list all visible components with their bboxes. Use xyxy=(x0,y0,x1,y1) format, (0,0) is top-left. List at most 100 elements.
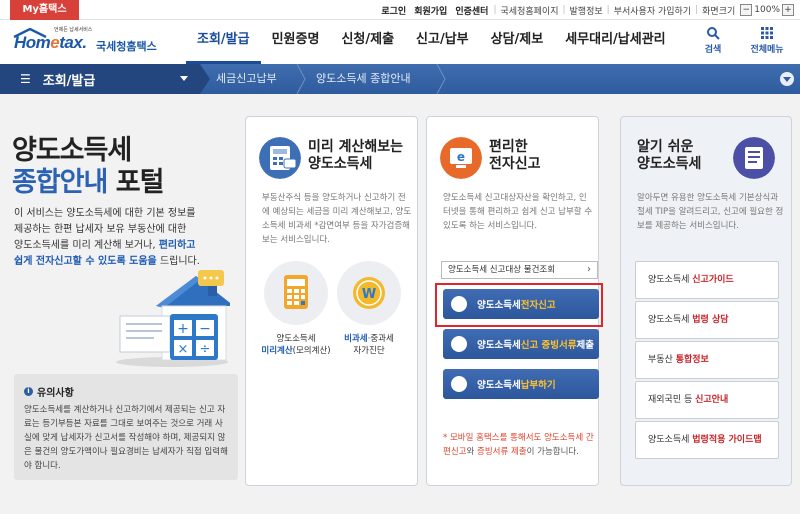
monitor-icon xyxy=(451,296,467,312)
button-text: 제출 xyxy=(576,340,594,351)
card-e-filing: e 편리한 전자신고 양도소득세 신고대상자산을 확인하고, 인터넷을 통해 편… xyxy=(426,116,603,486)
card-title-line: 미리 계산해보는 xyxy=(308,139,404,155)
header-tools: 검색 전체메뉴 xyxy=(686,26,794,55)
link-text: 양도소득세 xyxy=(648,315,693,325)
notice-box: i 유의사항 양도소득세를 계산하거나 신고하기에서 제공되는 신고 자료는 등… xyxy=(14,374,238,480)
page-title-suffix: 포털 xyxy=(107,167,165,198)
svg-text:+: + xyxy=(177,321,189,337)
label-line: 양도소득세 xyxy=(276,334,316,344)
issue-info-link[interactable]: 발행정보 xyxy=(567,4,606,17)
label-text: ·중과세 xyxy=(367,334,394,344)
filing-target-lookup-link[interactable]: 양도소득세 신고대상 물건조회 › xyxy=(441,261,598,279)
law-consult-link[interactable]: 양도소득세 법령 상담 xyxy=(635,301,779,339)
label-line: 미리계산(모의계산) xyxy=(260,345,332,357)
logo-wordmark: Hometax. xyxy=(14,33,87,53)
card-title-line: 전자신고 xyxy=(489,156,541,172)
circle-label: 양도소득세 미리계산(모의계산) xyxy=(260,333,332,357)
link-emphasis: 신고안내 xyxy=(695,395,729,405)
top-utility-bar: My홈택스 로그인 회원가입 인증센터 | 국세청홈페이지 | 발행정보 | 부… xyxy=(0,0,800,20)
filing-guide-link[interactable]: 양도소득세 신고가이드 xyxy=(635,261,779,299)
document-icon xyxy=(451,336,467,352)
dept-user-signup-link[interactable]: 부서사용자 가입하기 xyxy=(611,4,694,17)
svg-text:−: − xyxy=(199,321,211,337)
my-hometax-tab[interactable]: My홈택스 xyxy=(10,0,79,20)
e-filing-icon: e xyxy=(440,137,482,179)
nav-report-pay[interactable]: 신고/납부 xyxy=(405,20,480,64)
breadcrumb-separator-icon xyxy=(296,64,306,94)
intro-line: 양도소득세를 미리 계산해 보거나, 편리하고 xyxy=(14,238,229,254)
logo-text-a: Hom xyxy=(14,33,51,52)
hometax-logo[interactable]: 언제든 납세서비스 Hometax. 국세청홈택스 xyxy=(12,26,162,58)
all-menu-button[interactable]: 전체메뉴 xyxy=(740,26,794,55)
nav-inquiry-issue[interactable]: 조회/발급 xyxy=(186,20,261,64)
nts-homepage-link[interactable]: 국세청홈페이지 xyxy=(498,4,562,17)
intro-highlight: 쉽게 전자신고할 수 있도록 도움을 xyxy=(14,256,157,267)
button-emphasis: 납부하기 xyxy=(520,380,556,391)
note-emphasis: 증빙서류 제출 xyxy=(477,447,527,457)
circle-label: 비과세·중과세 자가진단 xyxy=(333,333,405,357)
calculator-icon xyxy=(259,137,301,179)
real-estate-info-link[interactable]: 부동산 통합정보 xyxy=(635,341,779,379)
pay-tax-button[interactable]: 양도소득세 납부하기 xyxy=(443,369,599,399)
card-title-line: 양도소득세 xyxy=(637,156,702,172)
card-title: 알기 쉬운 양도소득세 xyxy=(637,139,701,173)
pre-calculation-link[interactable]: 양도소득세 미리계산(모의계산) xyxy=(260,261,332,357)
card-description: 양도소득세 신고대상자산을 확인하고, 인터넷을 통해 편리하고 쉽게 신고 납… xyxy=(443,193,593,231)
main-nav: 조회/발급 민원증명 신청/제출 신고/납부 상담/제보 세무대리/납세관리 xyxy=(186,20,677,64)
label-emphasis: 미리계산 xyxy=(261,346,293,356)
nav-apply-submit[interactable]: 신청/제출 xyxy=(330,20,405,64)
cert-center-link[interactable]: 인증센터 xyxy=(451,4,492,17)
house-calculator-illustration: + − × ÷ xyxy=(116,270,230,367)
search-icon xyxy=(707,27,720,40)
all-menu-label: 전체메뉴 xyxy=(750,45,784,55)
submit-documents-button[interactable]: 양도소득세 신고 증빙서류 제출 xyxy=(443,329,599,359)
breadcrumb-item-tax-filing[interactable]: 세금신고납부 xyxy=(216,64,277,94)
notice-body: 양도소득세를 계산하거나 신고하기에서 제공되는 신고 자료는 등기부등본 자료… xyxy=(24,405,228,471)
breadcrumb-expand-button[interactable] xyxy=(780,72,794,86)
link-text: 양도소득세 xyxy=(648,275,693,285)
link-text: 부동산 xyxy=(648,355,676,365)
card-title-line: 양도소득세 xyxy=(308,156,373,172)
intro-text: 양도소득세를 미리 계산해 보거나, xyxy=(14,240,159,251)
chevron-right-icon: › xyxy=(587,264,591,275)
breadcrumb-item-transfer-tax-guide[interactable]: 양도소득세 종합안내 xyxy=(316,64,411,94)
label-line: 비과세·중과세 xyxy=(333,333,405,345)
hamburger-icon: ☰ xyxy=(20,72,31,86)
logo-text-b: e xyxy=(50,33,60,52)
search-label: 검색 xyxy=(704,45,722,55)
card-description: 알아두면 유용한 양도소득세 기본상식과 절세 TIP을 알려드리고, 신고에 … xyxy=(637,193,784,231)
link-emphasis: 법령적용 가이드맵 xyxy=(692,435,762,445)
label-text: (모의계산) xyxy=(292,346,331,356)
svg-text:÷: ÷ xyxy=(200,342,211,357)
notice-title-text: 유의사항 xyxy=(37,388,74,399)
zoom-in-button[interactable]: + xyxy=(782,4,794,16)
search-button[interactable]: 검색 xyxy=(686,26,740,55)
nav-civil-certificate[interactable]: 민원증명 xyxy=(261,20,331,64)
info-icon: i xyxy=(24,387,33,396)
self-diagnosis-link[interactable]: W 비과세·중과세 자가진단 xyxy=(333,261,405,357)
card-title-line: 편리한 xyxy=(489,139,528,155)
zoom-level: 100% xyxy=(754,5,780,15)
lookup-label: 양도소득세 신고대상 물건조회 xyxy=(448,265,556,275)
card-pre-calculation: 미리 계산해보는 양도소득세 부동산주식 등을 양도하거나 신고하기 전에 예상… xyxy=(245,116,418,486)
card-description: 부동산주식 등을 양도하거나 신고하기 전에 예상되는 세금을 미리 계산해보고… xyxy=(262,193,412,245)
login-link[interactable]: 로그인 xyxy=(377,4,410,17)
nav-consult-report[interactable]: 상담/제보 xyxy=(480,20,555,64)
button-text: 양도소득세 xyxy=(477,380,521,391)
e-filing-button[interactable]: 양도소득세 전자신고 xyxy=(443,289,599,319)
link-emphasis: 법령 상담 xyxy=(692,315,729,325)
nav-tax-agent[interactable]: 세무대리/납세관리 xyxy=(554,20,676,64)
intro-description: 이 서비스는 양도소득세에 대한 기본 정보를 제공하는 한편 납세자 보유 부… xyxy=(14,206,229,270)
overseas-filing-link[interactable]: 재외국민 등 신고안내 xyxy=(635,381,779,419)
button-emphasis: 전자신고 xyxy=(520,300,556,311)
page-title-line2: 종합안내 포털 xyxy=(12,160,165,199)
section-dropdown[interactable]: ☰ 조회/발급 xyxy=(0,64,200,94)
signup-link[interactable]: 회원가입 xyxy=(410,4,451,17)
utility-links: 로그인 회원가입 인증센터 | 국세청홈페이지 | 발행정보 | 부서사용자 가… xyxy=(377,0,796,20)
law-guide-map-link[interactable]: 양도소득세 법령적용 가이드맵 xyxy=(635,421,779,459)
zoom-out-button[interactable]: − xyxy=(740,4,753,16)
label-line: 자가진단 xyxy=(353,346,385,356)
calculator-app-icon xyxy=(284,275,308,309)
link-emphasis: 통합정보 xyxy=(675,355,709,365)
link-emphasis: 신고가이드 xyxy=(692,275,734,285)
